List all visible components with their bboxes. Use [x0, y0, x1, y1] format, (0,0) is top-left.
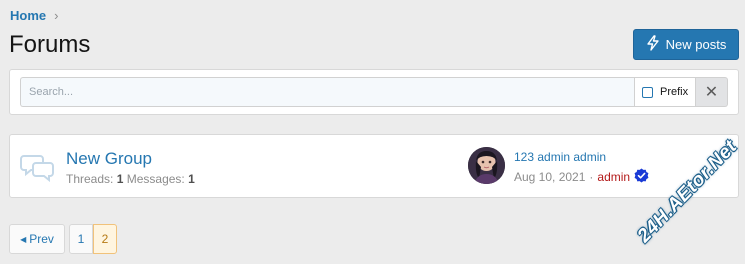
messages-label: Messages: [126, 172, 185, 186]
messages-count: 1 [188, 172, 195, 186]
breadcrumb: Home › [10, 8, 58, 23]
meta-separator: · [589, 170, 594, 184]
page-title: Forums [9, 31, 91, 58]
prev-page-button[interactable]: ◀ Prev [9, 224, 65, 254]
prefix-checkbox[interactable] [642, 86, 653, 98]
prev-label: Prev [29, 232, 54, 246]
last-post-date[interactable]: Aug 10, 2021 [514, 170, 585, 184]
page-list: 1 2 [69, 224, 117, 254]
chevron-right-icon: › [54, 8, 59, 23]
last-post-title-link[interactable]: 123 admin admin [514, 150, 606, 164]
page-link-2-current[interactable]: 2 [93, 224, 117, 254]
filter-bar: Prefix ✕ [9, 69, 739, 115]
caret-left-icon: ◀ [20, 234, 27, 244]
avatar[interactable] [468, 147, 505, 184]
forum-node: New Group Threads: 1 Messages: 1 123 adm… [9, 134, 739, 198]
bolt-icon [646, 35, 660, 54]
close-icon: ✕ [704, 84, 719, 101]
new-posts-label: New posts [665, 37, 727, 52]
prefix-toggle[interactable]: Prefix [634, 77, 696, 107]
search-input[interactable] [20, 77, 635, 107]
verified-badge-icon [634, 168, 649, 186]
new-posts-button[interactable]: New posts [633, 29, 739, 60]
last-post-user-link[interactable]: admin [597, 170, 630, 184]
chat-bubbles-icon [20, 152, 56, 183]
node-title-link[interactable]: New Group [66, 149, 152, 169]
threads-count: 1 [116, 172, 124, 186]
breadcrumb-home-link[interactable]: Home [10, 8, 46, 23]
last-post-meta: Aug 10, 2021 · admin [514, 168, 649, 186]
node-stats: Threads: 1 Messages: 1 [66, 172, 195, 186]
clear-filter-button[interactable]: ✕ [696, 77, 728, 107]
page-link-1[interactable]: 1 [69, 224, 93, 254]
pagination: ◀ Prev 1 2 [9, 224, 117, 254]
prefix-label: Prefix [660, 86, 689, 98]
threads-label: Threads: [66, 172, 114, 186]
